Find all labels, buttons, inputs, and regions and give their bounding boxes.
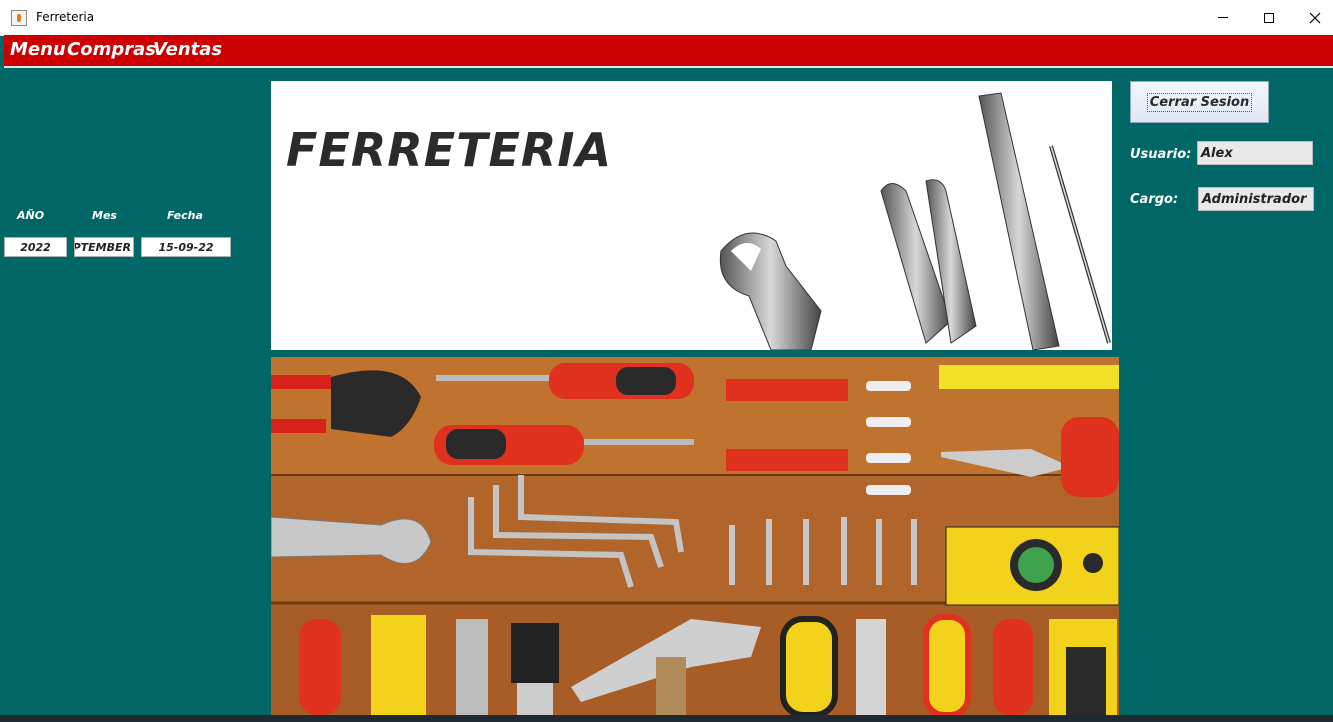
logout-button[interactable]: Cerrar Sesion: [1130, 81, 1269, 123]
logout-button-label: Cerrar Sesion: [1146, 92, 1253, 112]
role-label: Cargo:: [1130, 192, 1179, 207]
year-field[interactable]: 2022: [4, 237, 67, 257]
month-label: Mes: [92, 209, 117, 222]
user-field[interactable]: Alex: [1197, 141, 1313, 165]
java-app-icon: [11, 10, 27, 26]
banner: FERRETERIA: [271, 81, 1112, 350]
menu-bar: Menu Compras Ventas: [4, 35, 1333, 68]
role-field[interactable]: Administrador: [1198, 187, 1314, 211]
menu-item-compras[interactable]: Compras: [67, 39, 156, 60]
date-field[interactable]: 15-09-22: [141, 237, 231, 257]
maximize-icon: [1264, 12, 1274, 23]
close-icon: [1309, 12, 1321, 23]
month-field[interactable]: SEPTEMBER: [74, 237, 134, 257]
banner-title: FERRETERIA: [286, 123, 613, 177]
date-label: Fecha: [167, 209, 203, 222]
tools-on-wood-image: [271, 357, 1119, 715]
menu-item-ventas[interactable]: Ventas: [153, 39, 222, 60]
close-button[interactable]: [1292, 0, 1333, 35]
tools-photo: [271, 357, 1119, 715]
year-label: AÑO: [17, 209, 45, 222]
window-title: Ferreteria: [36, 10, 95, 24]
maximize-button[interactable]: [1246, 0, 1292, 35]
hand-tools-illustration: [719, 92, 1111, 350]
taskbar-edge: [0, 715, 1333, 722]
minimize-button[interactable]: [1200, 0, 1246, 35]
minimize-icon: [1218, 17, 1228, 18]
window-titlebar: Ferreteria: [0, 0, 1333, 36]
menu-item-menu[interactable]: Menu: [10, 39, 66, 60]
user-label: Usuario:: [1130, 147, 1192, 162]
